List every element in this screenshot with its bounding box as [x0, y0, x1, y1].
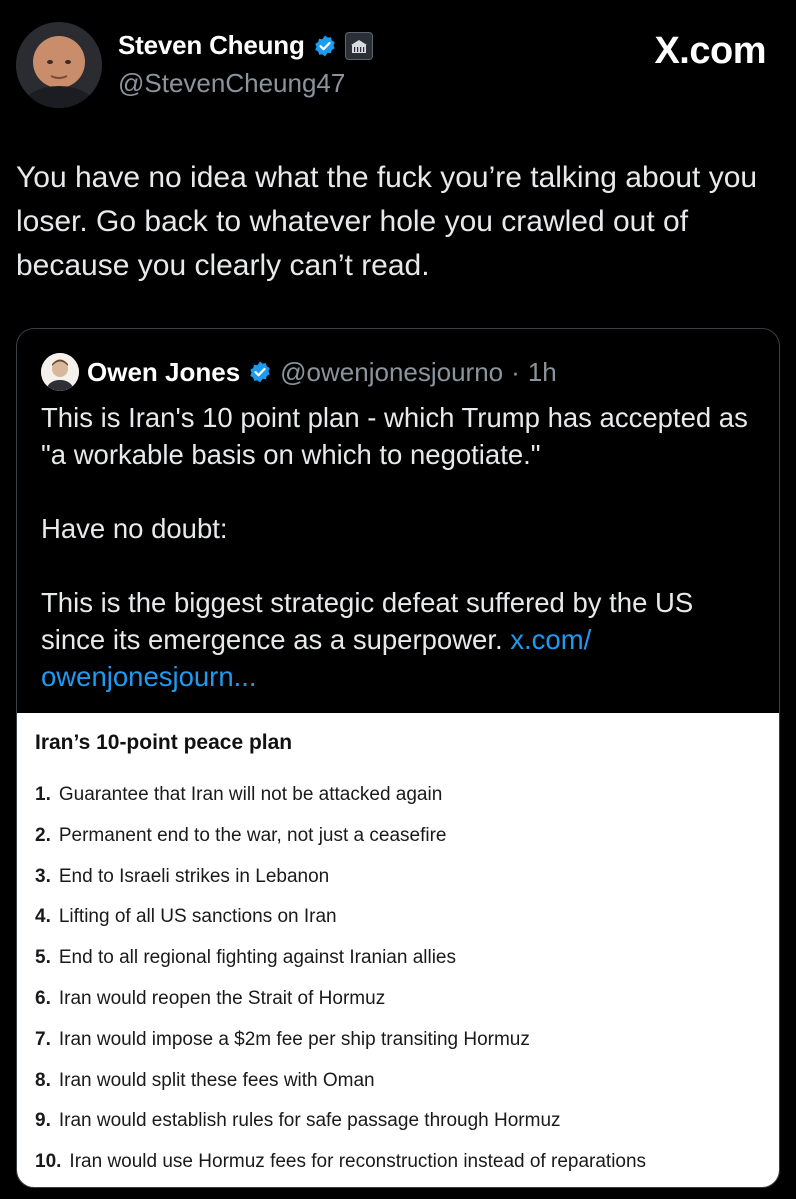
quoted-verified-badge-icon[interactable] [248, 360, 272, 384]
plan-item-text: Iran would reopen the Strait of Hormuz [58, 987, 386, 1009]
verified-badge-icon[interactable] [313, 34, 337, 58]
plan-item-number: 2. [35, 824, 51, 846]
plan-item: 9. Iran would establish rules for safe pa… [35, 1107, 646, 1148]
quoted-tweet-text: This is Iran's 10 point plan - which Tru… [41, 399, 761, 695]
quote-paragraph-3: This is the biggest strategic defeat suf… [41, 584, 761, 695]
plan-item-text: Permanent end to the war, not just a cea… [58, 824, 447, 846]
plan-item: 8. Iran would split these fees with Oman [35, 1067, 646, 1108]
plan-item: 5. End to all regional fighting against I… [35, 944, 646, 985]
plan-item-text: Iran would use Hormuz fees for reconstru… [69, 1151, 647, 1173]
plan-item-number: 5. [35, 947, 51, 969]
plan-item: 4. Lifting of all US sanctions on Iran [35, 903, 646, 944]
plan-title: Iran’s 10-point peace plan [35, 731, 293, 754]
post-header: Steven Cheung @StevenCheung47 X.com [0, 0, 796, 120]
plan-item-number: 7. [35, 1028, 51, 1050]
plan-item-text: Iran would split these fees with Oman [58, 1069, 375, 1091]
white-house-badge-icon[interactable] [344, 31, 373, 60]
plan-item: 6. Iran would reopen the Strait of Hormuz [35, 985, 646, 1026]
plan-item-text: End to Israeli strikes in Lebanon [58, 865, 330, 887]
plan-item-number: 3. [35, 865, 51, 887]
tweet-text: You have no idea what the fuck you’re ta… [16, 161, 758, 282]
x-com-watermark: X.com [654, 30, 766, 72]
plan-item-number: 1. [35, 784, 51, 805]
plan-list: 1. Guarantee that Iran will not be attack… [35, 781, 647, 1187]
plan-item: 2. Permanent end to the war, not just a c… [35, 822, 646, 863]
quoted-author-handle[interactable]: @owenjonesjourno [280, 357, 503, 388]
quoted-tweet-card[interactable]: Owen Jones @owenjonesjourno · 1h This is… [16, 328, 780, 1188]
plan-item-text: Iran would establish rules for safe pass… [58, 1110, 561, 1132]
author-name-row: Steven Cheung [118, 30, 373, 61]
plan-item-number: 6. [35, 987, 51, 1009]
plan-item: 1. Guarantee that Iran will not be attack… [35, 781, 646, 822]
plan-item: 7. Iran would impose a $2m fee per ship t… [35, 1026, 646, 1067]
quoted-author-name[interactable]: Owen Jones [87, 357, 240, 388]
plan-item-number: 10. [35, 1151, 62, 1173]
separator-dot: · [511, 356, 520, 387]
plan-item-text: Guarantee that Iran will not be attacked… [58, 784, 443, 805]
author-display-name[interactable]: Steven Cheung [118, 30, 305, 61]
plan-item: 3. End to Israeli strikes in Lebanon [35, 863, 646, 904]
author-handle[interactable]: @StevenCheung47 [118, 68, 345, 99]
quote-paragraph-2: Have no doubt: [41, 513, 228, 544]
peace-plan-image[interactable]: Iran’s 10-point peace plan 1. Guarantee t… [17, 713, 779, 1187]
plan-item-text: Iran would impose a $2m fee per ship tra… [58, 1028, 530, 1050]
plan-item-text: End to all regional fighting against Ira… [58, 947, 457, 969]
plan-item-number: 8. [35, 1069, 51, 1091]
plan-item-number: 4. [35, 906, 51, 928]
avatar[interactable] [16, 22, 102, 108]
quoted-author-avatar[interactable] [41, 353, 79, 391]
plan-item-number: 9. [35, 1110, 51, 1132]
plan-item: 10. Iran would use Hormuz fees for recons… [35, 1148, 647, 1187]
quote-paragraph-3-text: This is the biggest strategic defeat suf… [41, 587, 694, 655]
plan-item-text: Lifting of all US sanctions on Iran [58, 906, 337, 928]
quote-paragraph-1: This is Iran's 10 point plan - which Tru… [41, 402, 748, 470]
quoted-tweet-header: Owen Jones @owenjonesjourno · 1h [41, 353, 557, 391]
avatar-image [16, 22, 102, 108]
quoted-post-time[interactable]: 1h [528, 357, 557, 388]
